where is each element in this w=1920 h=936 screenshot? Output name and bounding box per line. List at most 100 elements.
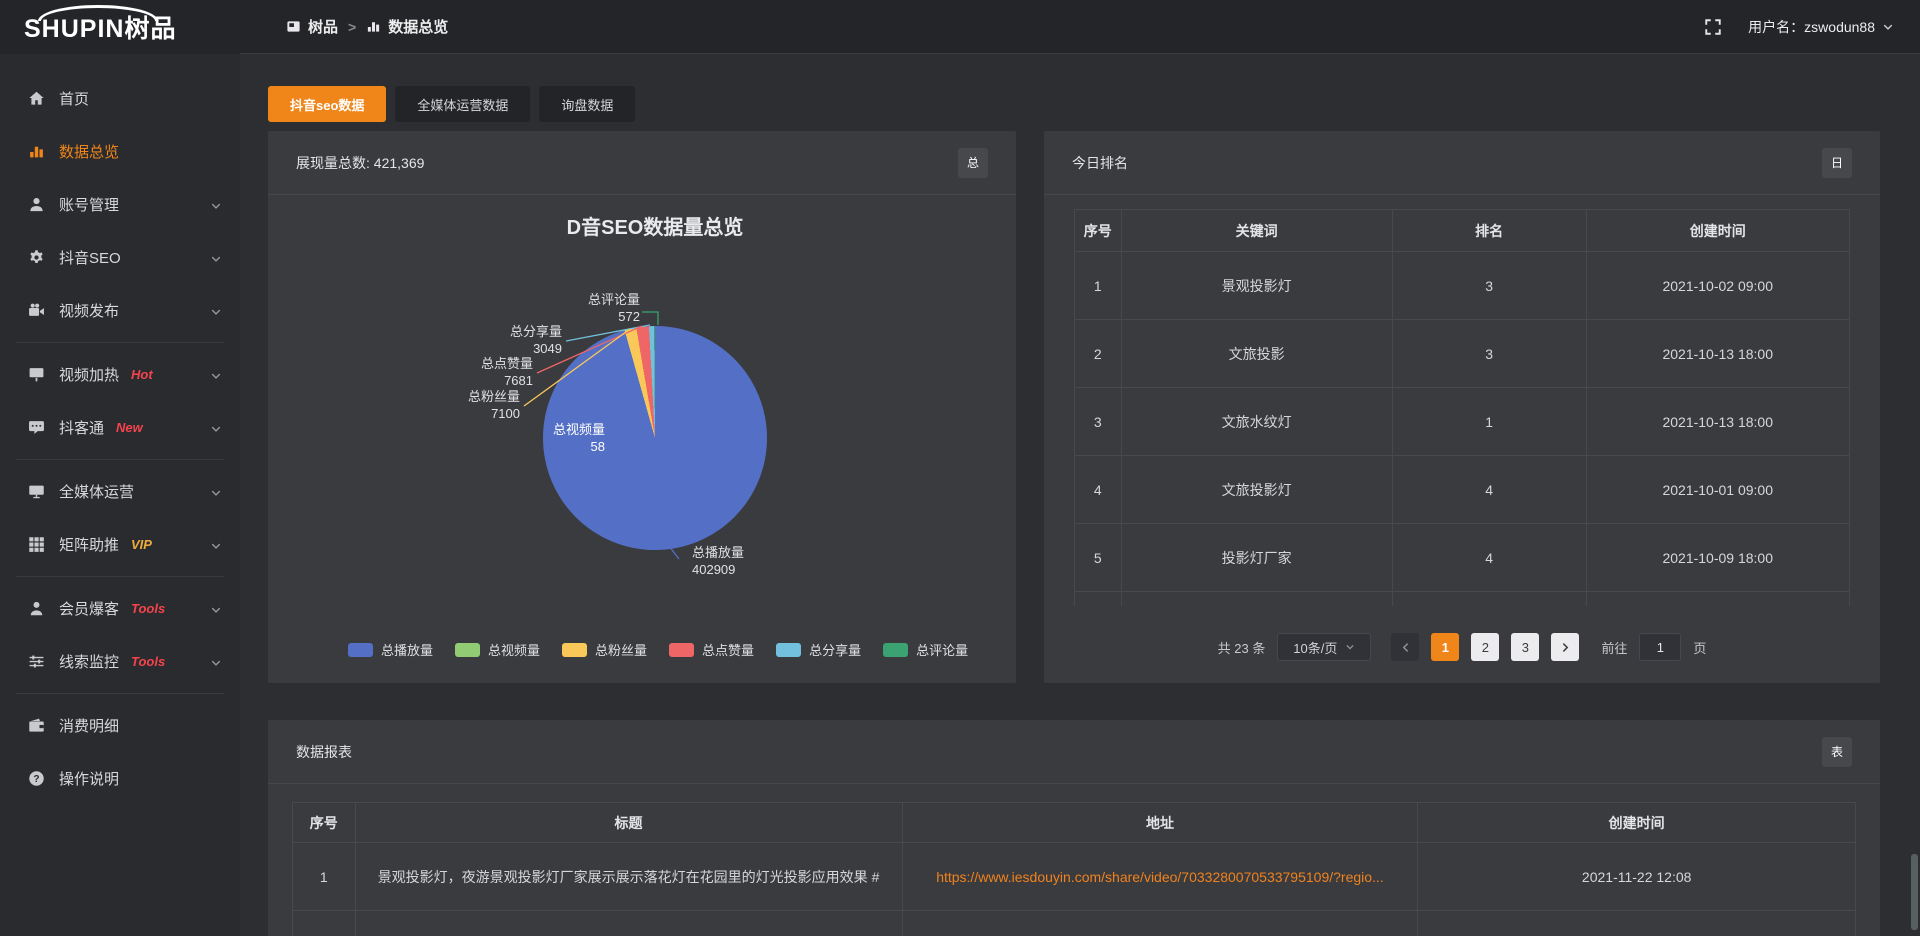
cell-index: 2 [1075, 320, 1122, 388]
user-menu[interactable]: 用户名：zswodun88 [1748, 17, 1894, 37]
pie-label-name: 总分享量 [422, 323, 562, 340]
next-page-button[interactable] [1551, 633, 1579, 661]
sidebar-item-member-baoke[interactable]: 会员爆客 Tools [0, 582, 240, 635]
fullscreen-icon[interactable] [1704, 18, 1722, 36]
legend-item-plays[interactable]: 总播放量 [348, 640, 433, 659]
sidebar-item-video-publish[interactable]: 视频发布 [0, 284, 240, 337]
table-row-partial [293, 911, 1856, 936]
scrollbar[interactable] [1911, 854, 1918, 930]
cell-rank: 1 [1392, 388, 1586, 456]
legend-item-videos[interactable]: 总视频量 [455, 640, 540, 659]
sidebar-item-home[interactable]: 首页 [0, 72, 240, 125]
logo-arc [38, 5, 158, 21]
sidebar-item-data-overview[interactable]: 数据总览 [0, 125, 240, 178]
sliders-icon [28, 653, 45, 670]
pie-label-value: 402909 [692, 561, 852, 578]
total-toggle-button[interactable]: 总 [958, 148, 988, 178]
sidebar-item-all-media-operation[interactable]: 全媒体运营 [0, 465, 240, 518]
app-window: SHUPIN树品 树品 > 数据总览 用户名：zswodun88 [0, 0, 1920, 936]
overview-panel: 展现量总数: 421,369 总 D音SEO数据量总览 总评论量 572 总分享… [268, 131, 1016, 683]
tab-inquiry-data[interactable]: 询盘数据 [539, 86, 635, 122]
legend-item-fans[interactable]: 总粉丝量 [562, 640, 647, 659]
sidebar-item-account-management[interactable]: 账号管理 [0, 178, 240, 231]
sidebar-item-label: 视频发布 [59, 300, 119, 321]
breadcrumb-item-current[interactable]: 数据总览 [366, 16, 448, 37]
chart-legend: 总播放量 总视频量 总粉丝量 总点赞量 总分享量 [348, 640, 968, 659]
chevron-down-icon [210, 603, 222, 615]
sidebar-divider [16, 693, 224, 694]
cell-index: 1 [293, 843, 356, 911]
pagination-total: 共 23 条 [1218, 638, 1266, 657]
cell-index: 4 [1075, 456, 1122, 524]
home-icon [28, 90, 45, 107]
page-size-select[interactable]: 10条/页 [1277, 633, 1371, 661]
sidebar-divider [16, 576, 224, 577]
chevron-down-icon [210, 422, 222, 434]
pie-label-name: 总评论量 [500, 291, 640, 308]
ranking-panel-header: 今日排名 日 [1044, 131, 1880, 195]
cell-created: 2021-10-09 18:00 [1586, 524, 1850, 592]
legend-label: 总视频量 [488, 640, 540, 659]
legend-label: 总分享量 [809, 640, 861, 659]
prev-page-button[interactable] [1391, 633, 1419, 661]
legend-item-likes[interactable]: 总点赞量 [669, 640, 754, 659]
top-bar: SHUPIN树品 树品 > 数据总览 用户名：zswodun88 [0, 0, 1920, 54]
pie-label-shares: 总分享量 3049 [422, 323, 562, 357]
cell-index: 1 [1075, 252, 1122, 320]
pie-label-value: 58 [465, 438, 605, 455]
page-button-2[interactable]: 2 [1471, 633, 1499, 661]
breadcrumb-item-home[interactable]: 树品 [286, 16, 338, 37]
topbar-right: 用户名：zswodun88 [1704, 17, 1894, 37]
video-link[interactable]: https://www.iesdouyin.com/share/video/70… [936, 869, 1384, 885]
sidebar-item-label: 抖客通 [59, 417, 104, 438]
cell-rank: 4 [1392, 524, 1586, 592]
data-tabs: 抖音seo数据 全媒体运营数据 询盘数据 [268, 86, 635, 122]
day-toggle-button[interactable]: 日 [1822, 148, 1852, 178]
cell-rank: 4 [1392, 456, 1586, 524]
legend-label: 总评论量 [916, 640, 968, 659]
table-row: 1 景观投影灯，夜游景观投影灯厂家展示展示落花灯在花园里的灯光投影应用效果 # … [293, 843, 1856, 911]
cell-index: 3 [1075, 388, 1122, 456]
sidebar-item-instructions[interactable]: ? 操作说明 [0, 752, 240, 805]
legend-label: 总粉丝量 [595, 640, 647, 659]
column-header: 序号 [1075, 210, 1122, 252]
sidebar-item-label: 数据总览 [59, 141, 119, 162]
cell-created: 2021-10-01 09:00 [1586, 456, 1850, 524]
sidebar-item-clue-monitor[interactable]: 线索监控 Tools [0, 635, 240, 688]
sidebar-item-label: 视频加热 [59, 364, 119, 385]
table-toggle-button[interactable]: 表 [1822, 737, 1852, 767]
sidebar-item-douyin-seo[interactable]: 抖音SEO [0, 231, 240, 284]
display-icon [28, 366, 45, 383]
person-icon [28, 600, 45, 617]
sidebar-item-consumption-detail[interactable]: 消费明细 [0, 699, 240, 752]
legend-swatch [776, 643, 801, 657]
tab-all-media-data[interactable]: 全媒体运营数据 [395, 86, 530, 122]
page-button-1[interactable]: 1 [1431, 633, 1459, 661]
tab-douyin-seo-data[interactable]: 抖音seo数据 [268, 86, 386, 122]
goto-page-input[interactable] [1639, 633, 1681, 661]
overview-panel-header: 展现量总数: 421,369 总 [268, 131, 1016, 195]
report-table: 序号 标题 地址 创建时间 1 景观投影灯，夜游景观投影灯厂家展示展示落花灯在花… [292, 802, 1856, 936]
cell-rank: 3 [1392, 320, 1586, 388]
sidebar-item-matrix-boost[interactable]: 矩阵助推 VIP [0, 518, 240, 571]
pie-label-value: 7681 [393, 372, 533, 389]
column-header: 序号 [293, 803, 356, 843]
ranking-panel-title: 今日排名 [1072, 153, 1128, 173]
pie-chart-area: D音SEO数据量总览 总评论量 572 总分享量 3049 总点赞量 7681 [268, 195, 1016, 682]
legend-item-shares[interactable]: 总分享量 [776, 640, 861, 659]
cell-keyword: 景观投影灯 [1121, 252, 1392, 320]
pie-label-fans: 总粉丝量 7100 [380, 388, 520, 422]
page-button-3[interactable]: 3 [1511, 633, 1539, 661]
column-header: 创建时间 [1418, 803, 1856, 843]
sidebar-item-douketong[interactable]: 抖客通 New [0, 401, 240, 454]
cell-keyword: 文旅投影灯 [1121, 456, 1392, 524]
chevron-down-icon [210, 656, 222, 668]
sidebar-item-video-heating[interactable]: 视频加热 Hot [0, 348, 240, 401]
cell-created: 2021-10-13 18:00 [1586, 320, 1850, 388]
sidebar-item-label: 线索监控 [59, 651, 119, 672]
legend-item-comments[interactable]: 总评论量 [883, 640, 968, 659]
breadcrumb: 树品 > 数据总览 [286, 16, 448, 37]
sidebar-item-label: 抖音SEO [59, 247, 121, 268]
breadcrumb-label: 数据总览 [388, 16, 448, 37]
table-row: 5 投影灯厂家 4 2021-10-09 18:00 [1075, 524, 1850, 592]
